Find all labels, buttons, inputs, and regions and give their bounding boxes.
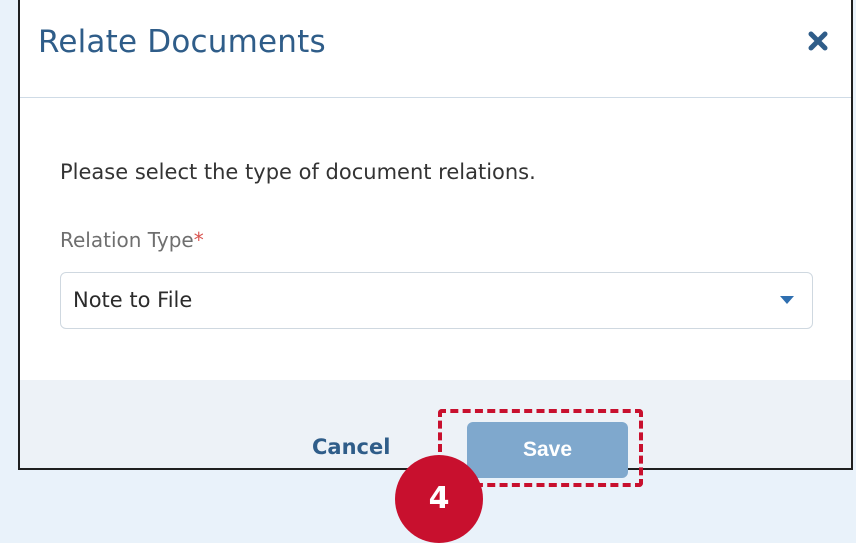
save-button[interactable]: Save [467, 422, 628, 478]
instruction-text: Please select the type of document relat… [60, 160, 536, 184]
chevron-down-icon [780, 296, 794, 304]
relation-type-label: Relation Type* [60, 228, 204, 252]
relate-documents-dialog: Relate Documents Please select the type … [18, 0, 853, 478]
step-badge: 4 [395, 455, 483, 543]
required-mark: * [193, 228, 204, 252]
dialog-body: Please select the type of document relat… [20, 98, 851, 380]
cancel-button[interactable]: Cancel [312, 435, 390, 459]
dialog-title: Relate Documents [38, 24, 326, 60]
close-icon[interactable] [807, 30, 829, 52]
relation-type-label-text: Relation Type [60, 228, 194, 252]
relation-type-selected-value: Note to File [73, 288, 193, 312]
dialog-header: Relate Documents [20, 0, 851, 98]
relation-type-select[interactable]: Note to File [60, 272, 813, 329]
